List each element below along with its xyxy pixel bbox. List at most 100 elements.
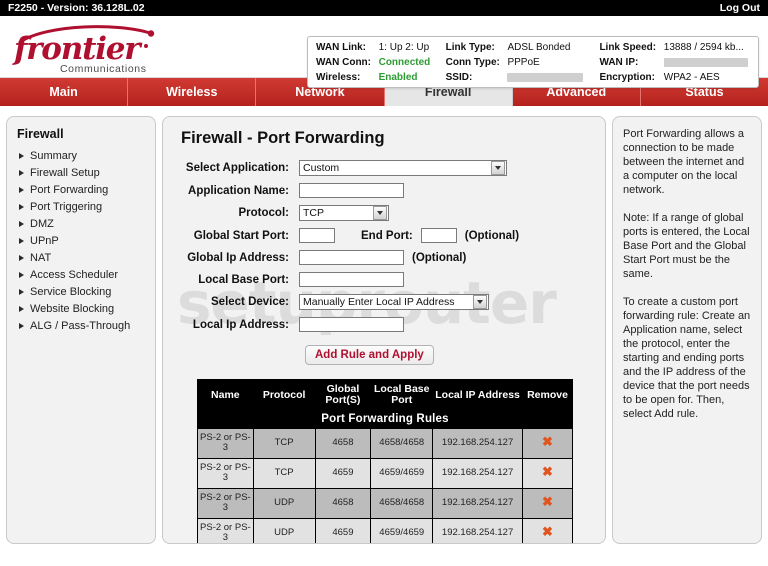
select-device-dropdown[interactable]: Manually Enter Local IP Address — [299, 294, 489, 310]
spacer — [432, 71, 446, 86]
column-header-local-base-port: Local Base Port — [370, 379, 434, 411]
ssid-redacted — [507, 72, 584, 82]
wan-link-label: WAN Link: — [316, 42, 366, 53]
chevron-right-icon — [19, 203, 24, 210]
sidebar-item-label: Firewall Setup — [30, 166, 100, 179]
local-ip-address-input[interactable] — [299, 317, 404, 332]
sidebar-item-firewall-setup[interactable]: Firewall Setup — [15, 164, 147, 181]
sidebar-item-port-forwarding[interactable]: Port Forwarding — [15, 181, 147, 198]
chevron-right-icon — [19, 271, 24, 278]
cell-protocol: UDP — [252, 487, 316, 519]
cell-global-ports: 4658 — [314, 427, 372, 459]
sidebar-item-label: Website Blocking — [30, 302, 115, 315]
add-rule-and-apply-button[interactable]: Add Rule and Apply — [305, 345, 434, 365]
chevron-right-icon — [19, 322, 24, 329]
spacer — [432, 56, 446, 71]
field-row-select-application: Select Application: Custom — [177, 160, 591, 176]
remove-rule-icon[interactable]: ✖ — [542, 524, 553, 539]
cell-name: PS-2 or PS-3 — [197, 427, 254, 459]
sidebar-item-summary[interactable]: Summary — [15, 147, 147, 164]
spacer — [432, 41, 446, 56]
wan-ip-redacted — [663, 57, 748, 67]
field-row-application-name: Application Name: — [177, 183, 591, 198]
end-port-label: End Port: — [361, 229, 413, 242]
ssid-label: SSID: — [445, 72, 473, 83]
column-header-protocol: Protocol — [252, 379, 316, 411]
select-application-dropdown[interactable]: Custom — [299, 160, 507, 176]
logo-dot-icon — [144, 44, 148, 48]
table-caption: Port Forwarding Rules — [197, 410, 573, 429]
sidebar-item-label: Summary — [30, 149, 78, 162]
remove-rule-icon[interactable]: ✖ — [542, 434, 553, 449]
application-name-input[interactable] — [299, 183, 404, 198]
port-forwarding-form: Select Application: Custom Application N… — [177, 160, 591, 365]
remove-rule-icon[interactable]: ✖ — [542, 464, 553, 479]
local-base-port-label: Local Base Port: — [198, 273, 289, 286]
spacer — [585, 56, 599, 71]
wireless-value: Enabled — [378, 72, 418, 83]
sidebar-item-dmz[interactable]: DMZ — [15, 215, 147, 232]
sidebar-item-port-triggering[interactable]: Port Triggering — [15, 198, 147, 215]
select-application-value: Custom — [303, 162, 340, 174]
cell-local-ip: 192.168.254.127 — [432, 487, 523, 519]
encryption-label: Encryption: — [599, 72, 655, 83]
chevron-right-icon — [19, 254, 24, 261]
sidebar-item-label: UPnP — [30, 234, 59, 247]
cell-global-ports: 4659 — [314, 457, 372, 489]
wireless-label: Wireless: — [316, 72, 361, 83]
conn-type-label: Conn Type: — [445, 57, 500, 68]
end-port-input[interactable] — [420, 228, 457, 243]
sidebar-item-label: DMZ — [30, 217, 54, 230]
field-row-protocol: Protocol: TCP — [177, 205, 591, 221]
frontier-logo: frontier Communications — [8, 22, 168, 75]
help-paragraph-3: To create a custom port forwarding rule:… — [623, 296, 751, 420]
column-header-global-ports: Global Port(S) — [314, 379, 372, 411]
sidebar-item-label: Port Triggering — [30, 200, 103, 213]
cell-local-base-port: 4659/4659 — [370, 517, 434, 543]
sidebar-item-nat[interactable]: NAT — [15, 249, 147, 266]
cell-name: PS-2 or PS-3 — [197, 517, 254, 543]
chevron-right-icon — [19, 288, 24, 295]
sidebar-item-alg-pass-through[interactable]: ALG / Pass-Through — [15, 317, 147, 334]
help-panel: Port Forwarding allows a connection to b… — [612, 116, 762, 544]
tab-main[interactable]: Main — [0, 78, 129, 106]
protocol-dropdown[interactable]: TCP — [299, 205, 389, 221]
protocol-value: TCP — [303, 207, 324, 219]
global-start-port-input[interactable] — [299, 228, 335, 243]
wan-ip-label: WAN IP: — [599, 57, 639, 68]
cell-local-base-port: 4659/4659 — [370, 457, 434, 489]
wan-conn-label: WAN Conn: — [316, 57, 371, 68]
page-body: Firewall Summary Firewall Setup Port For… — [0, 108, 768, 544]
table-row: PS-2 or PS-3 TCP 4658 4658/4658 192.168.… — [197, 427, 573, 459]
sidebar-item-access-scheduler[interactable]: Access Scheduler — [15, 266, 147, 283]
remove-rule-icon[interactable]: ✖ — [542, 494, 553, 509]
status-summary-box: WAN Link: 1: Up 2: Up Link Type: ADSL Bo… — [307, 36, 759, 88]
tab-wireless[interactable]: Wireless — [128, 78, 257, 106]
port-forwarding-rules-table-wrapper: Port Forwarding Rules Name Protocol Glob… — [197, 379, 591, 543]
logo-wordmark: frontier — [14, 31, 141, 67]
table-row: PS-2 or PS-3 UDP 4658 4658/4658 192.168.… — [197, 487, 573, 519]
select-device-label: Select Device: — [211, 296, 289, 308]
table-row: PS-2 or PS-3 UDP 4659 4659/4659 192.168.… — [197, 517, 573, 543]
chevron-right-icon — [19, 220, 24, 227]
table-row: PS-2 or PS-3 TCP 4659 4659/4659 192.168.… — [197, 457, 573, 489]
chevron-down-icon — [373, 206, 387, 220]
wan-link-value: 1: Up 2: Up — [379, 41, 432, 56]
local-base-port-input[interactable] — [299, 272, 404, 287]
spacer — [585, 41, 599, 56]
protocol-label: Protocol: — [238, 207, 289, 219]
column-header-remove: Remove — [522, 379, 573, 411]
sidebar-item-service-blocking[interactable]: Service Blocking — [15, 283, 147, 300]
global-ip-optional-note: (Optional) — [412, 251, 467, 264]
sidebar-item-upnp[interactable]: UPnP — [15, 232, 147, 249]
spacer — [585, 71, 599, 86]
page-title: Firewall - Port Forwarding — [181, 129, 385, 147]
sidebar-item-website-blocking[interactable]: Website Blocking — [15, 300, 147, 317]
logout-link[interactable]: Log Out — [720, 2, 760, 14]
link-type-value: ADSL Bonded — [507, 42, 571, 53]
cell-name: PS-2 or PS-3 — [197, 457, 254, 489]
wan-link-1-prefix: 1: — [378, 42, 387, 53]
cell-protocol: TCP — [252, 457, 316, 489]
global-ip-address-input[interactable] — [299, 250, 404, 265]
cell-local-ip: 192.168.254.127 — [432, 457, 523, 489]
